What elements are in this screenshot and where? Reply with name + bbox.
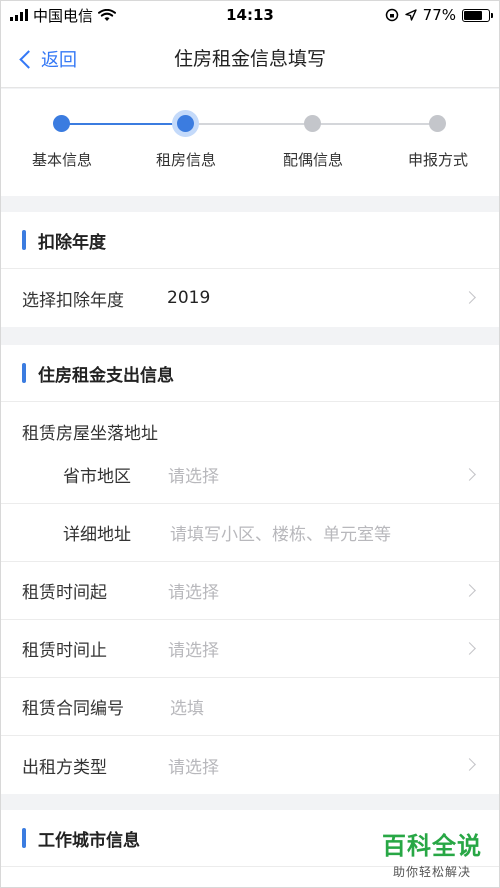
section-title: 住房租金支出信息 [38,365,174,386]
step-label-basic-info: 基本信息 [31,151,92,169]
province-city-placeholder: 请选择 [168,467,219,487]
section-accent-bar [22,230,26,250]
progress-stepper: 基本信息 租房信息 配偶信息 申报方式 [0,89,500,196]
status-right: 77% [320,6,493,24]
status-bar: 中国电信 14:13 77% [0,0,500,30]
row-label: 选择扣除年度 [22,290,124,311]
row-label: 租赁合同编号 [22,699,124,719]
chevron-left-icon [19,49,38,69]
watermark-title: 百科全说 [382,832,482,860]
status-left: 中国电信 [10,5,180,26]
address-group-label: 租赁房屋坐落地址 [22,423,158,444]
rotation-lock-icon [385,8,398,22]
section-title: 工作城市信息 [38,830,140,851]
detail-address-input[interactable]: 请填写小区、楼栋、单元室等 [170,520,391,545]
chevron-right-icon [463,291,476,304]
lease-start-row[interactable]: 租赁时间起 请选择 [0,562,500,620]
deduction-year-section: 扣除年度 选择扣除年度 2019 [0,212,500,327]
battery-fill [464,10,483,20]
section-accent-bar [22,363,26,383]
nav-bar: 返回 住房租金信息填写 [0,30,500,88]
battery-icon [462,8,493,22]
section-accent-bar [22,828,26,848]
signal-icon [10,9,28,21]
chevron-right-icon [463,758,476,771]
status-time: 14:13 [226,6,274,24]
step-dot-spouse-info[interactable] [304,115,321,132]
lease-end-row[interactable]: 租赁时间止 请选择 [0,620,500,678]
chevron-right-icon [463,584,476,597]
section-title: 扣除年度 [38,232,106,253]
step-connector [62,123,186,125]
step-label-declare-method: 申报方式 [407,151,468,169]
lease-end-placeholder: 请选择 [168,641,219,661]
row-label: 详细地址 [63,525,131,545]
carrier-name: 中国电信 [33,6,94,25]
lease-start-placeholder: 请选择 [168,583,219,603]
contract-number-input[interactable]: 选填 [170,694,204,719]
location-arrow-icon [404,9,417,21]
row-label: 省市地区 [63,467,131,487]
watermark-subtitle: 助你轻松解决 [392,865,471,879]
step-label-rent-info: 租房信息 [155,151,216,169]
step-dot-basic-info[interactable] [53,115,70,132]
deduction-year-value: 2019 [167,288,211,308]
lessor-type-row[interactable]: 出租方类型 请选择 [0,736,500,794]
rent-expense-section: 住房租金支出信息 租赁房屋坐落地址 省市地区 请选择 详细地址 请填写小区、楼栋… [0,345,500,794]
back-label: 返回 [41,50,77,71]
battery-percent: 77% [422,6,456,24]
watermark: 百科全说 助你轻松解决 [382,826,482,880]
chevron-right-icon [463,468,476,481]
row-label: 租赁时间起 [22,583,107,603]
back-button[interactable]: 返回 [18,30,77,88]
section-header: 住房租金支出信息 [0,345,500,402]
step-dot-rent-info[interactable] [177,115,194,132]
chevron-right-icon [463,642,476,655]
deduction-year-row[interactable]: 选择扣除年度 2019 [0,269,500,327]
row-label: 租赁时间止 [22,641,107,661]
step-label-spouse-info: 配偶信息 [282,151,343,169]
province-city-row[interactable]: 省市地区 请选择 [0,446,500,504]
contract-number-row[interactable]: 租赁合同编号 选填 [0,678,500,736]
detail-address-row[interactable]: 详细地址 请填写小区、楼栋、单元室等 [0,504,500,562]
step-dot-declare-method[interactable] [429,115,446,132]
wifi-icon [98,8,117,21]
lessor-type-placeholder: 请选择 [168,757,219,778]
section-header: 扣除年度 [0,212,500,269]
row-label: 出租方类型 [22,757,107,778]
